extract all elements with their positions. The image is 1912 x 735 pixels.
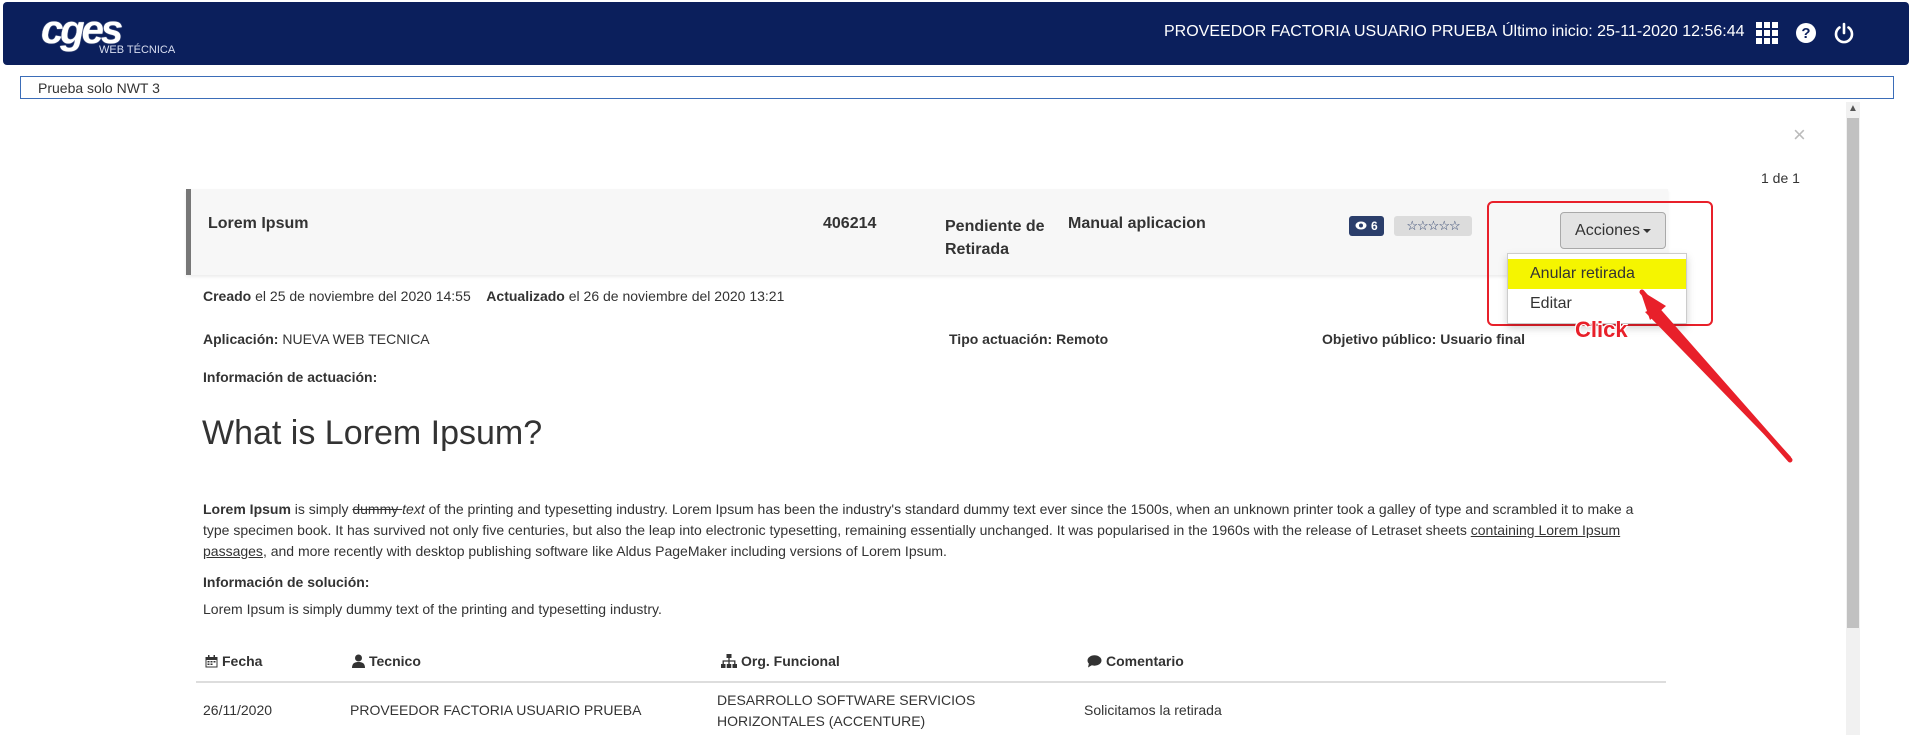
actions-button-label: Acciones <box>1575 222 1640 239</box>
caret-down-icon <box>1642 228 1651 233</box>
article-text-3: , and more recently with desktop publish… <box>262 543 947 559</box>
tipo-actuacion-field: Tipo actuación: Remoto <box>949 331 1108 347</box>
objetivo-publico-label: Objetivo público: <box>1322 331 1437 347</box>
scrollbar-thumb[interactable] <box>1847 118 1859 628</box>
svg-text:?: ? <box>1801 25 1810 42</box>
actions-dropdown-button[interactable]: Acciones <box>1560 212 1666 249</box>
article-heading: What is Lorem Ipsum? <box>202 414 543 452</box>
cges-logo[interactable]: cges WEB TÉCNICA <box>41 8 175 56</box>
sitemap-icon <box>721 654 737 668</box>
column-label-comentario: Comentario <box>1106 653 1184 669</box>
updated-value: el 26 de noviembre del 2020 13:21 <box>564 288 785 304</box>
aplicacion-label: Aplicación: <box>203 331 279 347</box>
last-login: Último inicio: 25-11-2020 12:56:44 <box>1502 23 1745 40</box>
close-icon[interactable]: × <box>1793 122 1806 148</box>
updated-label: Actualizado <box>486 288 565 304</box>
objetivo-publico-field: Objetivo público: Usuario final <box>1322 331 1525 347</box>
created-label: Creado <box>203 288 252 304</box>
article-strike: dummy <box>352 501 403 517</box>
tipo-actuacion-value: Remoto <box>1052 331 1109 347</box>
scroll-up-arrow-icon[interactable]: ▲ <box>1846 102 1860 116</box>
record-title: Lorem Ipsum <box>208 215 309 232</box>
calendar-icon <box>205 654 218 667</box>
column-label-fecha: Fecha <box>222 653 263 669</box>
info-actuacion-label: Información de actuación: <box>203 369 378 385</box>
context-bar: Prueba solo NWT 3 <box>20 76 1894 99</box>
objetivo-publico-value: Usuario final <box>1436 331 1526 347</box>
article-text-1: is simply <box>290 501 353 517</box>
column-header-org-funcional: Org. Funcional <box>721 653 840 669</box>
user-name: PROVEEDOR FACTORIA USUARIO PRUEBA <box>1164 23 1498 40</box>
pager: 1 de 1 <box>1761 170 1800 186</box>
record-status: Pendiente de Retirada <box>945 218 1045 258</box>
column-label-org: Org. Funcional <box>741 653 840 669</box>
cell-comentario: Solicitamos la retirada <box>1084 702 1222 718</box>
power-icon[interactable] <box>1831 20 1857 46</box>
article-paragraph: Lorem Ipsum is simply dummy text of the … <box>203 499 1645 562</box>
eye-icon <box>1355 219 1367 233</box>
cell-org-funcional: DESARROLLO SOFTWARE SERVICIOS HORIZONTAL… <box>717 692 976 729</box>
solucion-text: Lorem Ipsum is simply dummy text of the … <box>203 601 662 617</box>
created-value: el 25 de noviembre del 2020 14:55 <box>251 288 471 304</box>
click-annotation: Click <box>1575 317 1628 342</box>
column-header-comentario: Comentario <box>1087 653 1184 669</box>
column-header-fecha: Fecha <box>205 653 262 669</box>
top-header: cges WEB TÉCNICA PROVEEDOR FACTORIA USUA… <box>3 2 1909 65</box>
info-solucion-label: Información de solución: <box>203 574 370 590</box>
table-divider <box>196 681 1666 683</box>
help-icon[interactable]: ? <box>1793 20 1819 46</box>
record-type: Manual aplicacion <box>1068 215 1206 232</box>
views-count: 6 <box>1371 219 1378 233</box>
tipo-actuacion-label: Tipo actuación: <box>949 331 1053 347</box>
rating-stars[interactable]: ☆☆☆☆☆ <box>1394 216 1472 236</box>
apps-grid-icon[interactable] <box>1754 20 1780 46</box>
article-italic: text <box>402 501 425 517</box>
aplicacion-field: Aplicación: NUEVA WEB TECNICA <box>203 331 430 347</box>
views-badge: 6 <box>1349 216 1384 236</box>
article-bold-lead: Lorem Ipsum <box>203 501 291 517</box>
cell-fecha: 26/11/2020 <box>203 702 273 718</box>
column-label-tecnico: Tecnico <box>369 653 421 669</box>
logo-text: cges <box>41 8 123 52</box>
comment-icon <box>1087 654 1102 667</box>
record-id: 406214 <box>823 215 877 232</box>
logo-subtitle: WEB TÉCNICA <box>99 44 176 56</box>
user-icon <box>352 654 365 668</box>
created-updated-line: Creado el 25 de noviembre del 2020 14:55… <box>203 288 784 304</box>
cell-tecnico: PROVEEDOR FACTORIA USUARIO PRUEBA <box>350 702 642 718</box>
column-header-tecnico: Tecnico <box>352 653 421 669</box>
aplicacion-value: NUEVA WEB TECNICA <box>278 331 430 347</box>
annotation-arrow-icon <box>1639 289 1793 463</box>
